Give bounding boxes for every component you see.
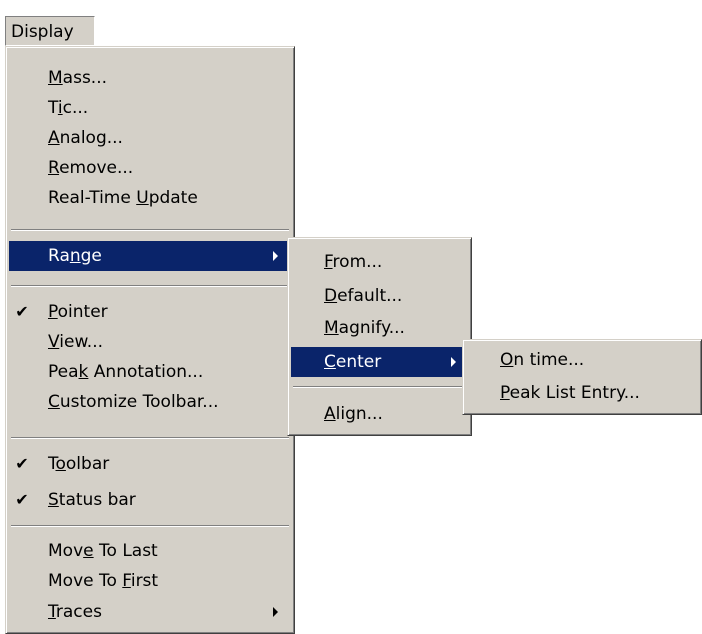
menu-item-status-bar[interactable]: ✔ Status bar	[9, 485, 291, 515]
menu-item-pointer[interactable]: ✔ Pointer	[9, 297, 291, 327]
menu-item-toolbar-label: Toolbar	[48, 454, 110, 474]
menu-item-view[interactable]: View...	[9, 327, 291, 357]
menu-item-align[interactable]: Align...	[291, 399, 468, 429]
menu-item-customize-toolbar-label: Customize Toolbar...	[48, 392, 219, 412]
menu-item-from-label: From...	[324, 252, 383, 272]
menu-display[interactable]: Display	[5, 16, 95, 46]
menu-item-magnify[interactable]: Magnify...	[291, 313, 468, 343]
menu-item-default[interactable]: Default...	[291, 281, 468, 311]
menu-item-align-label: Align...	[324, 404, 383, 424]
menu-item-real-time-update-label: Real-Time Update	[48, 188, 198, 208]
menu-item-peak-annotation[interactable]: Peak Annotation...	[9, 357, 291, 387]
menu-item-move-to-last-label: Move To Last	[48, 541, 158, 561]
menu-item-toolbar[interactable]: ✔ Toolbar	[9, 449, 291, 479]
menu-item-move-to-first[interactable]: Move To First	[9, 566, 291, 596]
menu-item-tic-label: Tic...	[48, 98, 89, 118]
menu-item-peak-list-entry-label: Peak List Entry...	[500, 383, 640, 403]
menu-item-view-label: View...	[48, 332, 104, 352]
menu-item-mass[interactable]: Mass...	[9, 63, 291, 93]
submenu-arrow-icon	[451, 357, 456, 367]
menu-item-range-label: Range	[48, 246, 102, 266]
menu-item-remove[interactable]: Remove...	[9, 153, 291, 183]
menu-separator	[11, 229, 289, 231]
menu-item-traces[interactable]: Traces	[9, 597, 291, 627]
menu-item-from[interactable]: From...	[291, 247, 468, 277]
menu-item-move-to-last[interactable]: Move To Last	[9, 536, 291, 566]
menu-item-move-to-first-label: Move To First	[48, 571, 159, 591]
menu-item-real-time-update[interactable]: Real-Time Update	[9, 183, 291, 213]
menu-item-analog[interactable]: Analog...	[9, 123, 291, 153]
menu-item-peak-annotation-label: Peak Annotation...	[48, 362, 204, 382]
checkmark-icon: ✔	[15, 490, 29, 509]
submenu-arrow-icon	[273, 251, 278, 261]
menu-separator	[11, 525, 289, 527]
menu-display-label: Display	[11, 22, 74, 42]
menu-item-status-bar-label: Status bar	[48, 490, 136, 510]
menu-item-range[interactable]: Range	[9, 241, 291, 271]
menu-item-on-time-label: On time...	[500, 350, 585, 370]
menu-item-remove-label: Remove...	[48, 158, 134, 178]
menu-item-customize-toolbar[interactable]: Customize Toolbar...	[9, 387, 291, 417]
checkmark-icon: ✔	[15, 454, 29, 473]
menu-item-analog-label: Analog...	[48, 128, 123, 148]
menu-item-tic[interactable]: Tic...	[9, 93, 291, 123]
range-submenu: From... Default... Magnify... Center Ali…	[287, 237, 472, 436]
menu-item-magnify-label: Magnify...	[324, 318, 405, 338]
menu-item-pointer-label: Pointer	[48, 302, 108, 322]
menu-separator	[11, 437, 289, 439]
menu-item-traces-label: Traces	[48, 602, 102, 622]
submenu-arrow-icon	[273, 607, 278, 617]
menu-item-peak-list-entry[interactable]: Peak List Entry...	[466, 378, 698, 408]
checkmark-icon: ✔	[15, 302, 29, 321]
menu-separator	[293, 386, 466, 388]
menu-separator	[11, 285, 289, 287]
menu-item-default-label: Default...	[324, 286, 403, 306]
menu-item-on-time[interactable]: On time...	[466, 345, 698, 375]
center-submenu: On time... Peak List Entry...	[462, 339, 702, 415]
menu-item-center-label: Center	[324, 352, 382, 372]
display-menu: Mass... Tic... Analog... Remove... Real-…	[5, 46, 295, 634]
menu-item-mass-label: Mass...	[48, 68, 108, 88]
menu-item-center[interactable]: Center	[291, 347, 468, 377]
